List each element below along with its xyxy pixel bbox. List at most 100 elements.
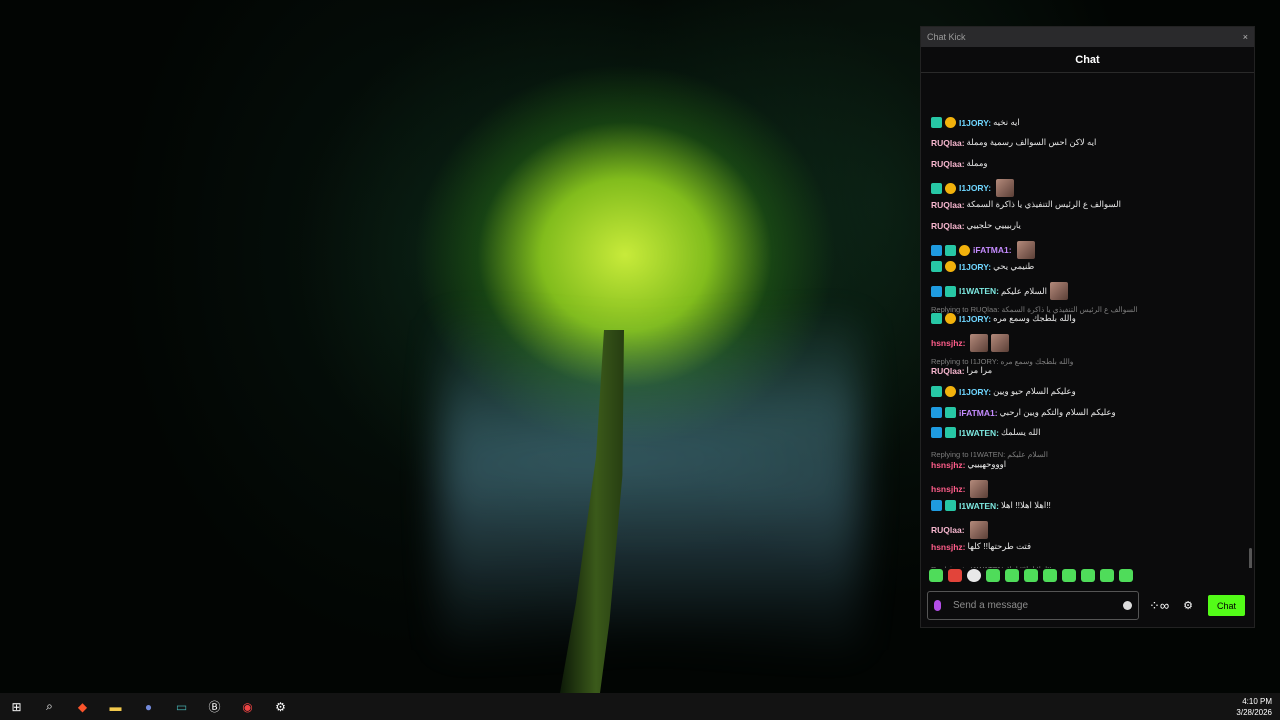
message-username[interactable]: RUQlaa: <box>931 159 965 169</box>
message-username[interactable]: I1JORY: <box>959 387 991 397</box>
discord-icon[interactable]: ● <box>132 693 165 720</box>
terminal-icon[interactable]: ▭ <box>165 693 198 720</box>
green-badge-icon[interactable] <box>931 386 942 397</box>
gold-badge-icon[interactable] <box>959 244 970 256</box>
window-titlebar[interactable]: Chat Kick × <box>921 27 1254 47</box>
gold-badge-icon[interactable] <box>945 386 956 397</box>
chat-header: Chat <box>921 47 1254 73</box>
kick-emote-icon[interactable] <box>986 569 1000 582</box>
reply-context[interactable]: Replying to I1WATEN: اهلا اهلا!! اهلا!! <box>931 565 1240 568</box>
channel-points-icon[interactable]: ⁘∞ <box>1149 598 1169 614</box>
file-explorer-icon[interactable]: ▬ <box>99 693 132 720</box>
message-username[interactable]: hsnsjhz: <box>931 542 965 552</box>
message-username[interactable]: I1JORY: <box>959 183 991 193</box>
kick-emote-icon[interactable] <box>929 569 943 582</box>
message-username[interactable]: RUQlaa: <box>931 221 965 231</box>
search-icon[interactable]: ⌕ <box>33 693 66 720</box>
gold-badge-icon[interactable] <box>945 261 956 272</box>
message-username[interactable]: I1WATEN: <box>959 501 999 511</box>
message-username[interactable]: I1JORY: <box>959 262 991 272</box>
b-app-icon[interactable]: Ⓑ <box>198 693 231 720</box>
chat-message: hsnsjhz: فتت طرحتها!! كلها <box>931 541 1240 552</box>
message-input[interactable] <box>951 599 1123 612</box>
message-text: ايه نخيه <box>993 117 1020 127</box>
message-username[interactable]: RUQlaa: <box>931 200 965 210</box>
app-icon[interactable]: ◉ <box>231 693 264 720</box>
green-badge-icon[interactable] <box>945 407 956 418</box>
settings-icon[interactable]: ⚙ <box>264 693 297 720</box>
message-username[interactable]: hsnsjhz: <box>931 460 965 470</box>
message-username[interactable]: hsnsjhz: <box>931 484 965 494</box>
kick-emote-icon[interactable] <box>1024 569 1038 582</box>
chat-message: RUQlaa: ياربيييي حلجييي <box>931 220 1240 231</box>
green-badge-icon[interactable] <box>945 285 956 297</box>
message-text: الله يسلمك <box>1000 427 1041 437</box>
gear-icon[interactable]: ⚙ <box>1183 599 1193 612</box>
chat-message: hsnsjhz: <box>931 334 1240 352</box>
kick-emote-icon[interactable] <box>1043 569 1057 582</box>
message-username[interactable]: RUQlaa: <box>931 525 965 535</box>
message-username[interactable]: hsnsjhz: <box>931 338 965 348</box>
kick-emote-icon[interactable] <box>1005 569 1019 582</box>
chat-message: RUQlaa: ايه لاكن احس السوالف رسمية ومملة <box>931 137 1240 148</box>
message-text: وعليكم السلام حيو ويين <box>993 386 1076 396</box>
green-badge-icon[interactable] <box>945 244 956 256</box>
light-beams <box>440 320 860 650</box>
message-username[interactable]: I1JORY: <box>959 118 991 128</box>
window-title: Chat Kick <box>927 32 966 42</box>
green-badge-icon[interactable] <box>931 117 942 128</box>
message-text: ايه لاكن احس السوالف رسمية ومملة <box>966 137 1097 147</box>
send-chat-button[interactable]: Chat <box>1208 595 1246 616</box>
emoji-icon[interactable] <box>1123 601 1132 610</box>
system-clock[interactable]: 4:10 PM 3/28/2026 <box>1236 696 1272 718</box>
scrollbar[interactable] <box>1249 548 1252 568</box>
chat-window: Chat Kick × Chat I1JORY: ايه نخيه RUQlaa: ا… <box>920 26 1255 628</box>
message-username[interactable]: I1JORY: <box>959 314 991 324</box>
gold-badge-icon[interactable] <box>945 182 956 194</box>
windows-start-icon[interactable]: ⊞ <box>0 693 33 720</box>
green-badge-icon[interactable] <box>945 427 956 438</box>
message-username[interactable]: RUQlaa: <box>931 138 965 148</box>
blue-badge-icon[interactable] <box>931 407 942 418</box>
kick-emote-icon[interactable] <box>1062 569 1076 582</box>
soccer-emote-icon[interactable] <box>967 569 981 582</box>
message-text: طنيمي يحي <box>993 261 1035 271</box>
angry-emote-icon[interactable] <box>948 569 962 582</box>
chat-message: iFATMA1: <box>931 241 1240 259</box>
chat-message: RUQlaa: <box>931 521 1240 539</box>
green-badge-icon[interactable] <box>931 313 942 324</box>
message-text: اهلا اهلا!! اهلا!! <box>1000 500 1051 510</box>
kick-emote-icon[interactable] <box>1119 569 1133 582</box>
green-badge-icon[interactable] <box>945 500 956 511</box>
gold-badge-icon[interactable] <box>945 313 956 324</box>
kick-emote-icon[interactable] <box>1081 569 1095 582</box>
chat-message: hsnsjhz: <box>931 480 1240 498</box>
message-text: والله بلطجك وسمع مره <box>993 313 1076 323</box>
message-text: مرا مرا <box>966 365 993 375</box>
microphone-icon[interactable] <box>934 600 941 611</box>
green-badge-icon[interactable] <box>931 261 942 272</box>
blue-badge-icon[interactable] <box>931 427 942 438</box>
message-list[interactable]: I1JORY: ايه نخيه RUQlaa: ايه لاكن احس السوا… <box>921 73 1254 568</box>
brave-browser-icon[interactable]: ◆ <box>66 693 99 720</box>
message-username[interactable]: I1WATEN: <box>959 286 999 296</box>
message-username[interactable]: RUQlaa: <box>931 366 965 376</box>
chat-message: iFATMA1: وعليكم السلام والتكم ويين ارحبي <box>931 407 1240 418</box>
message-username[interactable]: I1WATEN: <box>959 428 999 438</box>
clock-date: 3/28/2026 <box>1236 707 1272 717</box>
blue-badge-icon[interactable] <box>931 500 942 511</box>
chat-message: I1JORY: والله بلطجك وسمع مره <box>931 313 1240 324</box>
message-text: السلام عليكم <box>1000 285 1048 296</box>
blue-badge-icon[interactable] <box>931 285 942 297</box>
close-icon[interactable]: × <box>1243 32 1248 42</box>
emote-image <box>969 521 988 539</box>
reply-context[interactable]: Replying to I1WATEN: السلام عليكم <box>931 450 1240 459</box>
message-text: فتت طرحتها!! كلها <box>967 541 1032 551</box>
message-username[interactable]: iFATMA1: <box>959 408 998 418</box>
message-input-box[interactable] <box>927 591 1139 620</box>
message-username[interactable]: iFATMA1: <box>973 245 1012 255</box>
green-badge-icon[interactable] <box>931 182 942 194</box>
gold-badge-icon[interactable] <box>945 117 956 128</box>
kick-emote-icon[interactable] <box>1100 569 1114 582</box>
blue-badge-icon[interactable] <box>931 244 942 256</box>
